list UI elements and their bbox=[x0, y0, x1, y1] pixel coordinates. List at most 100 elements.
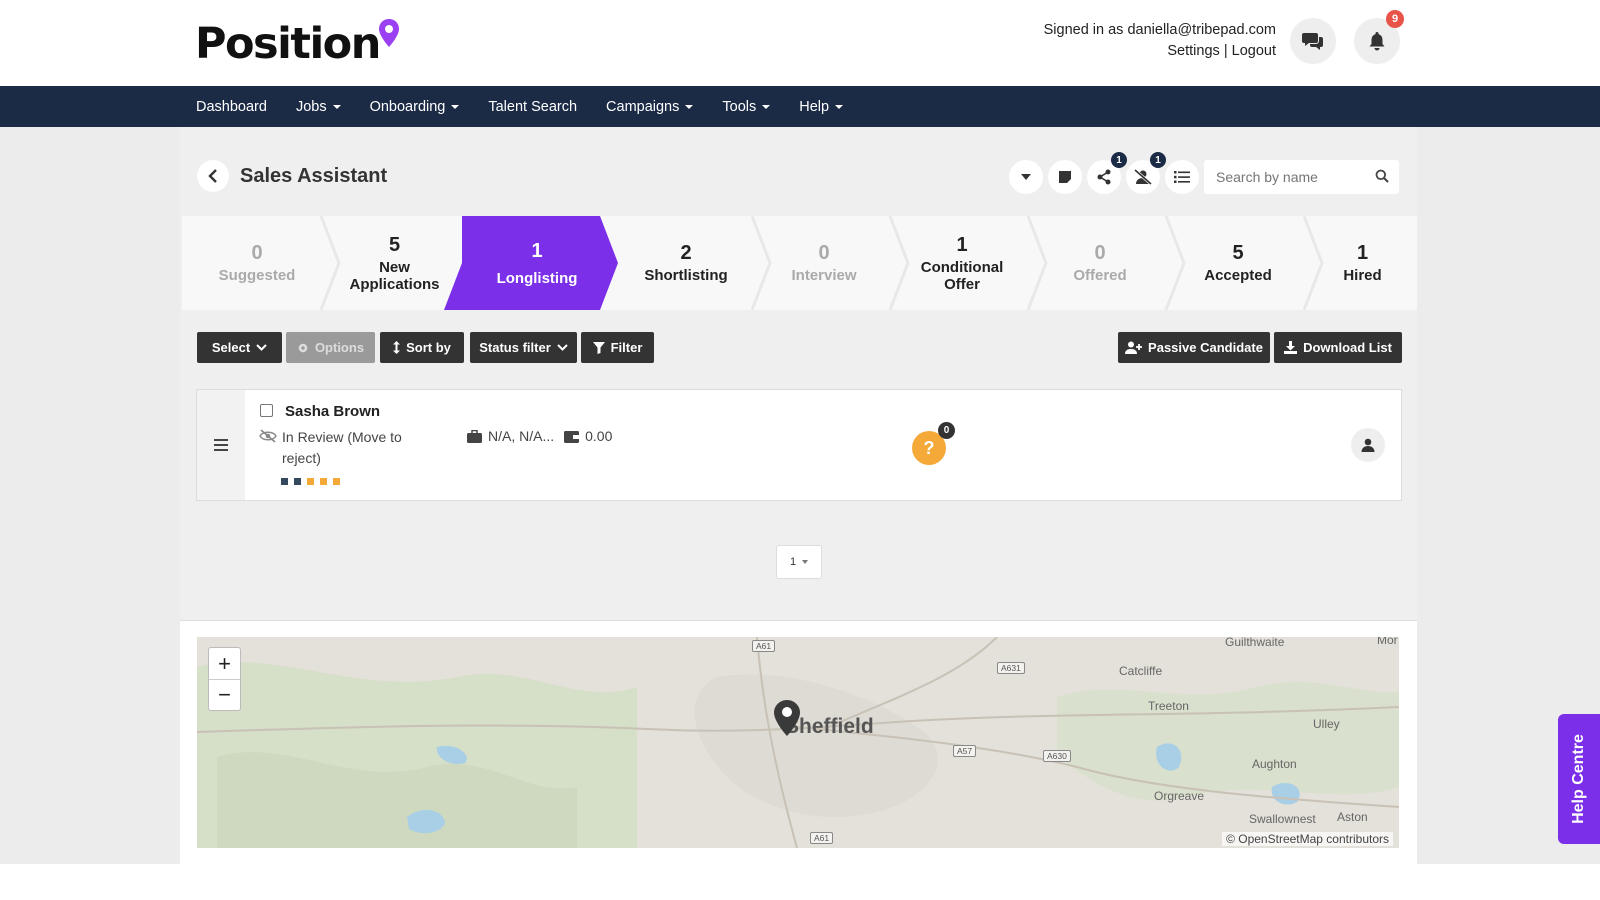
status-filter-button[interactable]: Status filter bbox=[470, 332, 577, 363]
notes-button[interactable] bbox=[1048, 160, 1082, 194]
stage-conditional-offer[interactable]: 1 Conditional Offer bbox=[894, 216, 1030, 310]
nav-onboarding[interactable]: Onboarding bbox=[370, 99, 460, 115]
stage-count: 0 bbox=[251, 242, 263, 264]
stage-new-applications[interactable]: 5 New Applications bbox=[332, 216, 457, 310]
search-icon[interactable] bbox=[1375, 169, 1389, 183]
chevron-down-icon bbox=[557, 344, 568, 351]
stage-count: 1 bbox=[531, 239, 543, 262]
road-label: A630 bbox=[1043, 750, 1071, 762]
drag-handle[interactable] bbox=[197, 390, 245, 500]
caret-down-icon bbox=[835, 104, 844, 109]
caret-down-icon bbox=[332, 104, 341, 109]
stage-offered[interactable]: 0 Offered bbox=[1032, 216, 1168, 310]
zoom-control: + − bbox=[208, 647, 241, 711]
help-centre-label: Help Centre bbox=[1570, 734, 1588, 824]
progress-dot bbox=[281, 478, 288, 485]
stage-label: Offered bbox=[1073, 267, 1127, 284]
stage-longlisting[interactable]: 1 Longlisting bbox=[467, 216, 607, 310]
nav-label: Tools bbox=[722, 98, 757, 115]
chevron-left-icon bbox=[208, 169, 217, 183]
stage-label: Longlisting bbox=[496, 269, 578, 287]
sticky-note-icon bbox=[1059, 171, 1071, 183]
sort-by-button[interactable]: Sort by bbox=[380, 332, 464, 363]
nav-tools[interactable]: Tools bbox=[722, 98, 771, 115]
profile-button[interactable] bbox=[1351, 428, 1385, 462]
map-place-label: Guilthwaite bbox=[1225, 637, 1285, 649]
map-marker-icon[interactable] bbox=[773, 699, 801, 737]
search-input[interactable] bbox=[1216, 169, 1366, 185]
user-slash-icon bbox=[1134, 169, 1152, 185]
list-view-button[interactable] bbox=[1165, 160, 1199, 194]
select-button[interactable]: Select bbox=[197, 332, 282, 363]
zoom-in-button[interactable]: + bbox=[209, 648, 240, 679]
nav-dashboard[interactable]: Dashboard bbox=[196, 99, 267, 115]
sort-icon bbox=[393, 341, 401, 354]
progress-dot bbox=[307, 478, 314, 485]
notifications-button[interactable]: 9 bbox=[1354, 10, 1404, 64]
page-select[interactable]: 1 bbox=[776, 545, 822, 579]
settings-link[interactable]: Settings bbox=[1167, 43, 1219, 59]
logo[interactable]: Position bbox=[195, 18, 400, 66]
share-button[interactable]: 1 bbox=[1087, 152, 1127, 194]
progress-dot bbox=[294, 478, 301, 485]
map-terrain bbox=[197, 637, 1399, 848]
stage-interview[interactable]: 0 Interview bbox=[756, 216, 892, 310]
nav-label: Dashboard bbox=[196, 98, 267, 115]
gear-icon bbox=[298, 343, 308, 352]
road-label: A61 bbox=[810, 832, 834, 844]
caret-down-icon bbox=[762, 104, 771, 109]
map-attribution[interactable]: © OpenStreetMap contributors bbox=[1222, 832, 1393, 846]
top-header: Position Signed in as daniella@tribepad.… bbox=[0, 0, 1600, 86]
reject-user-button[interactable]: 1 bbox=[1126, 152, 1166, 194]
wallet-icon bbox=[564, 430, 580, 443]
stage-label: Accepted bbox=[1204, 267, 1272, 284]
location-map[interactable]: + − Sheffield Guilthwaite Catcliffe Tree… bbox=[197, 637, 1399, 848]
help-centre-tab[interactable]: Help Centre bbox=[1558, 714, 1600, 844]
stage-accepted[interactable]: 5 Accepted bbox=[1170, 216, 1306, 310]
caret-down-icon bbox=[802, 560, 809, 564]
candidate-card[interactable]: Sasha Brown In Review (Move to reject) N… bbox=[196, 389, 1402, 501]
stage-label: Suggested bbox=[218, 267, 296, 284]
nav-campaigns[interactable]: Campaigns bbox=[606, 99, 694, 115]
filter-button[interactable]: Filter bbox=[581, 332, 654, 363]
logout-link[interactable]: Logout bbox=[1232, 43, 1276, 59]
share-count-badge: 1 bbox=[1111, 152, 1127, 168]
candidate-status: In Review (Move to reject) bbox=[259, 427, 432, 469]
reject-count-badge: 1 bbox=[1150, 152, 1166, 168]
caret-down-icon bbox=[1021, 174, 1031, 180]
hamburger-icon bbox=[214, 439, 228, 451]
nav-talent-search[interactable]: Talent Search bbox=[488, 99, 577, 115]
options-button[interactable]: Options bbox=[286, 332, 375, 363]
map-place-label: Aston bbox=[1337, 810, 1368, 824]
candidate-name[interactable]: Sasha Brown bbox=[285, 403, 380, 420]
notifications-badge: 9 bbox=[1386, 10, 1404, 28]
road-label: A631 bbox=[997, 662, 1025, 674]
stage-shortlisting[interactable]: 2 Shortlisting bbox=[618, 216, 754, 310]
stage-count: 5 bbox=[388, 233, 401, 256]
funnel-icon bbox=[592, 341, 605, 354]
zoom-out-button[interactable]: − bbox=[209, 679, 240, 710]
dropdown-toggle-button[interactable] bbox=[1009, 160, 1043, 194]
road-label: A61 bbox=[752, 640, 776, 652]
nav-help[interactable]: Help bbox=[799, 98, 844, 115]
passive-candidate-button[interactable]: Passive Candidate bbox=[1118, 332, 1270, 363]
candidate-checkbox[interactable] bbox=[260, 404, 273, 417]
map-place-label: Aughton bbox=[1252, 757, 1297, 771]
messages-button[interactable] bbox=[1290, 18, 1336, 64]
nav-jobs[interactable]: Jobs bbox=[296, 99, 341, 115]
map-place-label: Ulley bbox=[1313, 717, 1340, 731]
nav-label: Help bbox=[799, 98, 830, 115]
signed-in-text: Signed in as daniella@tribepad.com bbox=[1043, 22, 1276, 38]
back-button[interactable] bbox=[197, 160, 229, 192]
nav-label: Onboarding bbox=[369, 98, 446, 115]
map-place-label: Orgreave bbox=[1154, 789, 1205, 803]
stage-hired[interactable]: 1 Hired bbox=[1308, 216, 1417, 310]
candidate-status-text: In Review (Move to reject) bbox=[282, 429, 402, 466]
stage-count: 0 bbox=[818, 242, 830, 264]
download-list-button[interactable]: Download List bbox=[1274, 332, 1402, 363]
stage-suggested[interactable]: 0 Suggested bbox=[182, 216, 332, 310]
map-place-label: Mor bbox=[1377, 637, 1398, 647]
stage-count: 5 bbox=[1232, 242, 1244, 264]
link-separator: | bbox=[1223, 43, 1228, 59]
map-panel: + − Sheffield Guilthwaite Catcliffe Tree… bbox=[180, 620, 1417, 864]
